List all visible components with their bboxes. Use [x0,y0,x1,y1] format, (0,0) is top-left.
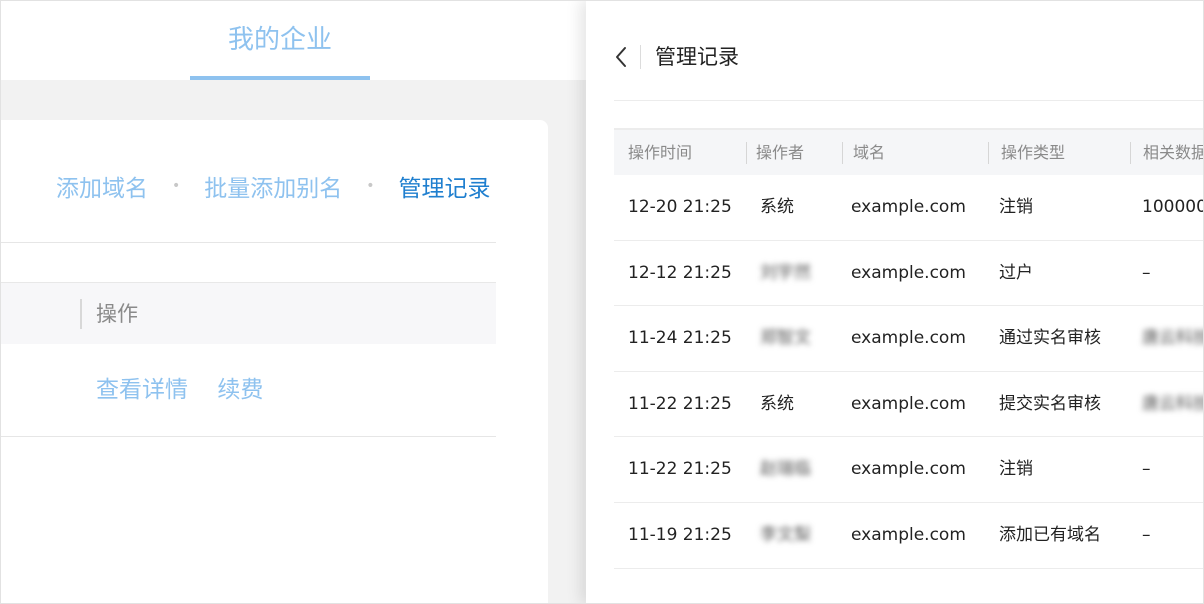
column-header-time: 操作时间 [628,143,693,162]
table-row: 12-20 21:25 系统 example.com 注销 100000 [614,175,1204,241]
domain-table-row: 查看详情 续费 [96,370,285,404]
column-header-operator: 操作者 [756,143,805,162]
batch-add-alias-link[interactable]: 批量添加别名 [204,169,342,203]
cell-time: 11-24 21:25 [628,328,732,349]
active-tab-indicator [190,76,370,80]
card-divider [0,242,496,243]
table-row: 11-24 21:25 郑智文 example.com 通过实名审核 唐云科技 [614,306,1204,372]
cell-operator: 赵瑞临 [760,459,811,480]
column-separator [1130,142,1131,164]
column-separator [746,142,747,164]
cell-operator: 刘宇然 [760,262,811,283]
cell-time: 12-12 21:25 [628,262,732,283]
header-divider [614,100,1204,101]
cell-type: 注销 [999,459,1033,480]
cell-related: – [1142,262,1151,283]
domain-table-header: 操作 [0,282,496,344]
add-domain-link[interactable]: 添加域名 [56,169,148,203]
cell-operator: 李文梨 [760,524,811,545]
column-header-domain: 域名 [853,143,886,162]
records-table-header: 操作时间 操作者 域名 操作类型 相关数据 [614,128,1204,175]
domain-card: 添加域名 • 批量添加别名 • 管理记录 操作 查看详情 续费 [0,120,548,604]
cell-related: – [1142,524,1151,545]
row-divider [0,436,496,437]
chevron-left-icon[interactable] [612,44,632,70]
manage-records-drawer: 管理记录 操作时间 操作者 域名 操作类型 相关数据 12-20 21:25 系统… [586,0,1204,604]
cell-related: 100000 [1142,197,1204,217]
cell-operator: 系统 [760,197,794,217]
separator-dot: • [366,178,375,194]
column-separator [80,299,82,329]
manage-records-link[interactable]: 管理记录 [399,169,491,203]
domain-actions: 添加域名 • 批量添加别名 • 管理记录 [56,166,491,206]
cell-domain: example.com [851,459,966,480]
cell-domain: example.com [851,262,966,283]
cell-domain: example.com [851,328,966,349]
table-row: 11-22 21:25 赵瑞临 example.com 注销 – [614,437,1204,503]
cell-related: – [1142,459,1151,480]
table-row: 11-19 21:25 李文梨 example.com 添加已有域名 – [614,503,1204,569]
cell-related: 唐云科技 [1142,393,1204,414]
cell-domain: example.com [851,393,966,414]
cell-time: 11-19 21:25 [628,524,732,545]
records-table-body: 12-20 21:25 系统 example.com 注销 100000 12-12 21… [614,175,1204,569]
cell-type: 通过实名审核 [999,328,1101,349]
column-separator [988,142,989,164]
view-details-link[interactable]: 查看详情 [96,377,188,403]
cell-domain: example.com [851,524,966,545]
cell-operator: 郑智文 [760,328,811,349]
cell-type: 提交实名审核 [999,393,1101,414]
records-table: 操作时间 操作者 域名 操作类型 相关数据 12-20 21:25 系统 examp… [614,128,1204,569]
table-row: 11-22 21:25 系统 example.com 提交实名审核 唐云科技 [614,372,1204,438]
column-header-related: 相关数据 [1143,143,1204,162]
cell-type: 注销 [999,197,1033,217]
cell-operator: 系统 [760,393,794,414]
cell-time: 11-22 21:25 [628,393,732,414]
operations-column-header: 操作 [96,302,138,326]
tab-my-enterprise[interactable]: 我的企业 [190,0,370,80]
renew-link[interactable]: 续费 [217,377,263,403]
cell-related: 唐云科技 [1142,328,1204,349]
cell-type: 添加已有域名 [999,524,1101,545]
cell-type: 过户 [999,262,1033,283]
cell-time: 12-20 21:25 [628,197,732,217]
top-nav-bar: 我的企业 [0,0,590,80]
column-header-type: 操作类型 [1001,143,1066,162]
column-separator [842,142,843,164]
cell-domain: example.com [851,197,966,217]
drawer-header: 管理记录 [586,0,1204,100]
header-separator [640,45,641,69]
drawer-title: 管理记录 [655,45,739,69]
cell-time: 11-22 21:25 [628,459,732,480]
table-row: 12-12 21:25 刘宇然 example.com 过户 – [614,241,1204,307]
separator-dot: • [172,178,181,194]
